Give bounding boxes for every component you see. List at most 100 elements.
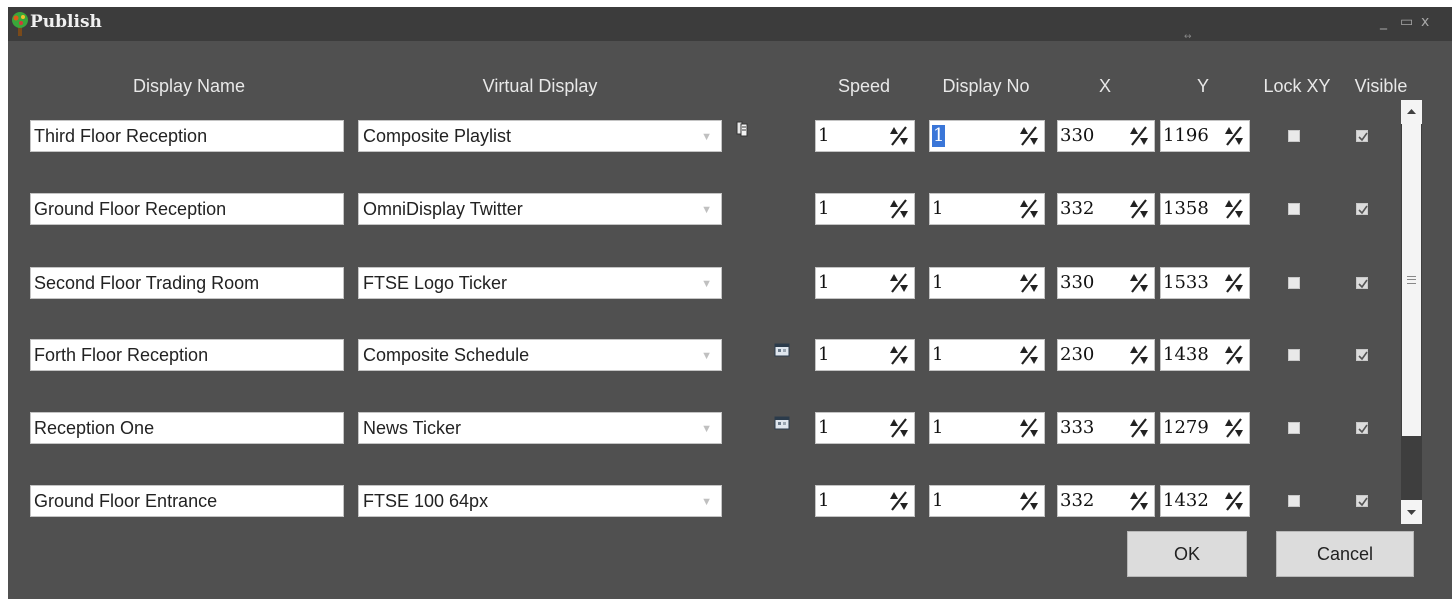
display-name-field[interactable]: Third Floor Reception [30, 120, 344, 152]
y-spinner[interactable]: 1196 [1160, 120, 1250, 152]
virtual-display-combo[interactable]: Composite Schedule ▼ [358, 339, 722, 371]
chevron-down-icon[interactable]: ▼ [701, 341, 712, 371]
virtual-display-combo[interactable]: FTSE Logo Ticker ▼ [358, 267, 722, 299]
spin-arrows-icon[interactable] [886, 488, 912, 514]
schedule-icon[interactable] [774, 415, 790, 431]
spin-arrows-icon[interactable] [1126, 196, 1152, 222]
maximize-button[interactable]: ▭ [1400, 14, 1413, 30]
scroll-thumb[interactable] [1402, 124, 1421, 436]
chevron-down-icon[interactable]: ▼ [701, 269, 712, 299]
spin-arrows-icon[interactable] [1016, 123, 1042, 149]
minimize-button[interactable]: _ [1380, 14, 1387, 30]
scroll-up-button[interactable] [1401, 100, 1422, 124]
virtual-display-combo[interactable]: Composite Playlist ▼ [358, 120, 722, 152]
y-spinner[interactable]: 1533 [1160, 267, 1250, 299]
y-spinner-value: 1432 [1163, 490, 1209, 511]
spin-arrows-icon[interactable] [1126, 270, 1152, 296]
spin-arrows-icon[interactable] [1126, 415, 1152, 441]
y-spinner[interactable]: 1438 [1160, 339, 1250, 371]
spin-arrows-icon[interactable] [1126, 488, 1152, 514]
spin-arrows-icon[interactable] [1221, 488, 1247, 514]
spin-arrows-icon[interactable] [1016, 196, 1042, 222]
display-no-spinner[interactable]: 1 [929, 339, 1045, 371]
spin-arrows-icon[interactable] [886, 196, 912, 222]
speed-spinner-value: 1 [818, 490, 830, 511]
x-spinner[interactable]: 332 [1057, 193, 1155, 225]
lock-xy-checkbox[interactable] [1288, 422, 1300, 434]
spin-arrows-icon[interactable] [886, 123, 912, 149]
lock-xy-checkbox[interactable] [1288, 349, 1300, 361]
chevron-down-icon[interactable]: ▼ [701, 122, 712, 152]
spin-arrows-icon[interactable] [1016, 415, 1042, 441]
display-name-field[interactable]: Forth Floor Reception [30, 339, 344, 371]
speed-spinner[interactable]: 1 [815, 339, 915, 371]
y-spinner[interactable]: 1358 [1160, 193, 1250, 225]
title-bar[interactable]: Publish ↔ _ ▭ x [8, 7, 1452, 42]
x-spinner[interactable]: 330 [1057, 120, 1155, 152]
ok-button[interactable]: OK [1127, 531, 1247, 577]
virtual-display-combo[interactable]: News Ticker ▼ [358, 412, 722, 444]
display-no-spinner[interactable]: 1 [929, 193, 1045, 225]
spin-arrows-icon[interactable] [1016, 270, 1042, 296]
display-name-field[interactable]: Ground Floor Entrance [30, 485, 344, 517]
speed-spinner[interactable]: 1 [815, 485, 915, 517]
x-spinner[interactable]: 333 [1057, 412, 1155, 444]
vertical-scrollbar[interactable] [1401, 100, 1422, 524]
speed-spinner[interactable]: 1 [815, 193, 915, 225]
x-spinner[interactable]: 230 [1057, 339, 1155, 371]
lock-xy-checkbox[interactable] [1288, 203, 1300, 215]
visible-checkbox[interactable] [1356, 130, 1368, 142]
spin-arrows-icon[interactable] [1221, 415, 1247, 441]
y-spinner[interactable]: 1279 [1160, 412, 1250, 444]
spin-arrows-icon[interactable] [886, 415, 912, 441]
display-no-spinner[interactable]: 1 [929, 267, 1045, 299]
close-button[interactable]: x [1421, 14, 1429, 30]
x-spinner[interactable]: 332 [1057, 485, 1155, 517]
app-tree-icon [12, 12, 28, 36]
y-spinner-value: 1196 [1163, 125, 1209, 146]
spin-arrows-icon[interactable] [1221, 123, 1247, 149]
spin-arrows-icon[interactable] [1221, 196, 1247, 222]
spin-arrows-icon[interactable] [1016, 488, 1042, 514]
spin-arrows-icon[interactable] [1016, 342, 1042, 368]
spin-arrows-icon[interactable] [886, 270, 912, 296]
visible-checkbox[interactable] [1356, 277, 1368, 289]
spin-arrows-icon[interactable] [886, 342, 912, 368]
spin-arrows-icon[interactable] [1126, 342, 1152, 368]
chevron-down-icon[interactable]: ▼ [701, 414, 712, 444]
virtual-display-combo[interactable]: OmniDisplay Twitter ▼ [358, 193, 722, 225]
visible-checkbox[interactable] [1356, 349, 1368, 361]
arrow-down-icon [1407, 510, 1416, 515]
visible-checkbox[interactable] [1356, 495, 1368, 507]
lock-xy-checkbox[interactable] [1288, 495, 1300, 507]
display-no-spinner[interactable]: 1 [929, 120, 1045, 152]
display-name-field[interactable]: Ground Floor Reception [30, 193, 344, 225]
visible-checkbox[interactable] [1356, 203, 1368, 215]
speed-spinner[interactable]: 1 [815, 412, 915, 444]
speed-spinner-value: 1 [818, 125, 830, 146]
virtual-display-value: News Ticker [363, 418, 462, 438]
spin-arrows-icon[interactable] [1126, 123, 1152, 149]
chevron-down-icon[interactable]: ▼ [701, 195, 712, 225]
spin-arrows-icon[interactable] [1221, 342, 1247, 368]
scroll-down-button[interactable] [1401, 500, 1422, 524]
visible-checkbox[interactable] [1356, 422, 1368, 434]
display-name-field[interactable]: Reception One [30, 412, 344, 444]
playlist-icon[interactable] [736, 121, 752, 137]
lock-xy-checkbox[interactable] [1288, 277, 1300, 289]
y-spinner[interactable]: 1432 [1160, 485, 1250, 517]
chevron-down-icon[interactable]: ▼ [701, 487, 712, 517]
speed-spinner[interactable]: 1 [815, 267, 915, 299]
schedule-icon[interactable] [774, 342, 790, 358]
virtual-display-combo[interactable]: FTSE 100 64px ▼ [358, 485, 722, 517]
display-name-field[interactable]: Second Floor Trading Room [30, 267, 344, 299]
virtual-display-value: Composite Playlist [363, 126, 512, 146]
spin-arrows-icon[interactable] [1221, 270, 1247, 296]
x-spinner[interactable]: 330 [1057, 267, 1155, 299]
display-no-spinner[interactable]: 1 [929, 485, 1045, 517]
display-no-spinner[interactable]: 1 [929, 412, 1045, 444]
lock-xy-checkbox[interactable] [1288, 130, 1300, 142]
cancel-button[interactable]: Cancel [1276, 531, 1414, 577]
speed-spinner[interactable]: 1 [815, 120, 915, 152]
display-no-spinner-value: 1 [932, 272, 944, 293]
